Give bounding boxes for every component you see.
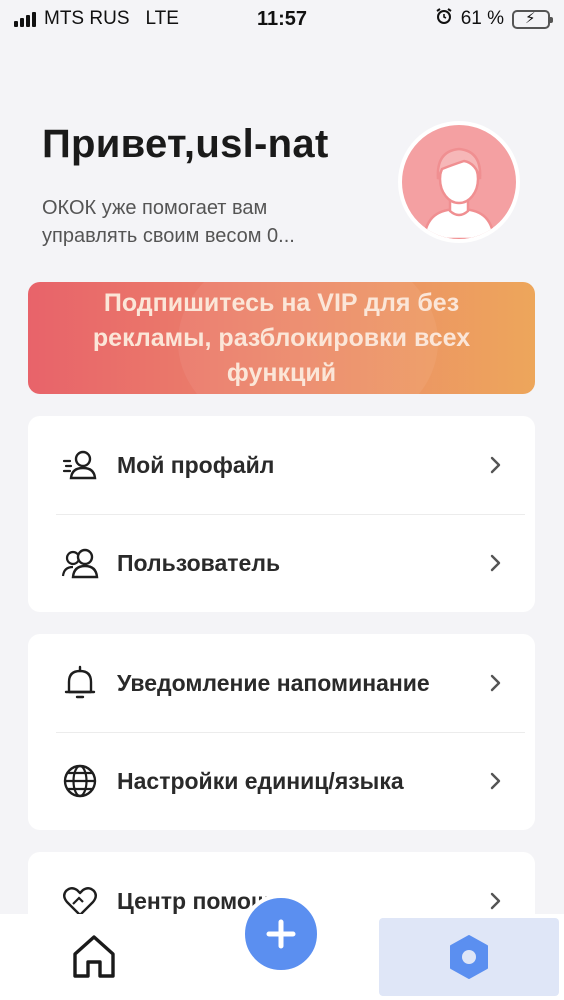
tab-settings[interactable] — [379, 918, 559, 996]
home-icon — [73, 935, 115, 978]
menu-card-account: Мой профайл Пользователь — [28, 416, 535, 612]
greeting-subtitle: ОКОК уже помогает вам управлять своим ве… — [42, 197, 295, 247]
avatar[interactable] — [398, 121, 520, 243]
status-bar: MTS RUS LTE 11:57 61 % ⚡ — [0, 0, 564, 38]
signal-icon — [14, 11, 36, 27]
status-left: MTS RUS LTE — [14, 8, 179, 30]
battery-percent: 61 % — [460, 8, 504, 29]
add-icon — [266, 919, 296, 949]
status-right: 61 % ⚡ — [435, 7, 553, 31]
chevron-right-icon — [490, 554, 501, 572]
carrier-name: MTS RUS — [44, 8, 130, 29]
greeting-title: Привет,usl-nat — [42, 122, 329, 166]
user-silhouette-icon — [422, 147, 496, 239]
profile-icon — [60, 445, 100, 485]
menu-item-label: Пользователь — [117, 549, 281, 576]
chevron-right-icon — [490, 456, 501, 474]
alarm-icon — [435, 7, 453, 31]
menu-item-label: Мой профайл — [117, 451, 275, 478]
add-record-button[interactable] — [241, 894, 321, 974]
users-icon — [60, 543, 100, 583]
bell-icon — [60, 663, 100, 703]
menu-item-notifications[interactable]: Уведомление напоминание — [28, 634, 535, 732]
battery-icon: ⚡ — [512, 9, 553, 29]
chevron-right-icon — [490, 772, 501, 790]
tab-home[interactable] — [66, 928, 122, 984]
chevron-right-icon — [490, 892, 501, 910]
charging-bolt-icon: ⚡ — [525, 9, 536, 27]
vip-banner-text: Подпишитесь на VIP для без рекламы, разб… — [92, 288, 471, 387]
chevron-right-icon — [490, 674, 501, 692]
menu-item-label: Настройки единиц/языка — [117, 767, 404, 794]
network-type: LTE — [145, 8, 179, 29]
vip-subscription-banner[interactable]: Подпишитесь на VIP для без рекламы, разб… — [28, 282, 535, 394]
settings-hex-icon — [450, 935, 488, 979]
menu-item-units-language[interactable]: Настройки единиц/языка — [28, 732, 535, 830]
menu-card-settings: Уведомление напоминание Настройки единиц… — [28, 634, 535, 830]
globe-icon — [60, 761, 100, 801]
menu-item-users[interactable]: Пользователь — [28, 514, 535, 612]
menu-item-my-profile[interactable]: Мой профайл — [28, 416, 535, 514]
menu-item-label: Уведомление напоминание — [117, 669, 430, 696]
